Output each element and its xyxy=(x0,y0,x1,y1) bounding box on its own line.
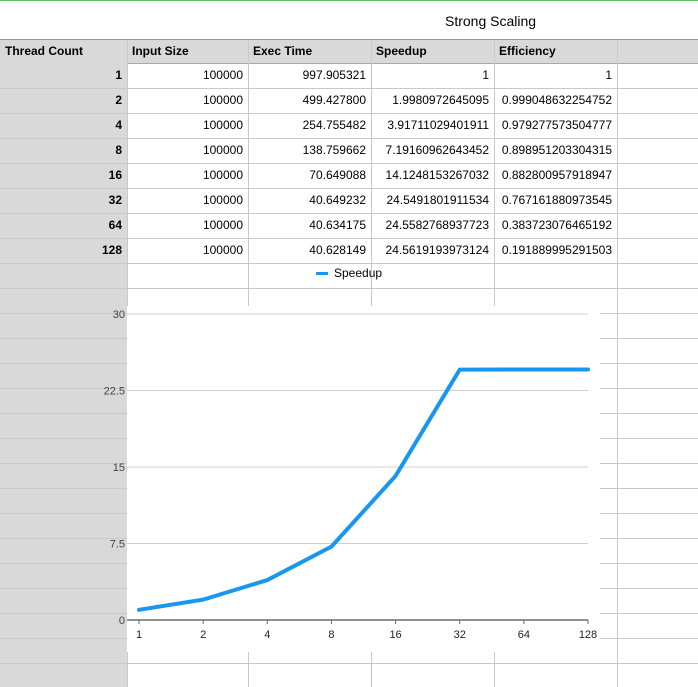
table-cell[interactable]: 0.999048632254752 xyxy=(494,88,617,113)
speedup-chart[interactable]: 0 7.5 15 22.5 30 1 2 4 8 16 32 64 128 xyxy=(0,262,698,662)
x-tick-label: 1 xyxy=(136,629,142,641)
table-cell[interactable]: 1.9980972645095 xyxy=(371,88,494,113)
table-cell[interactable]: 138.759662 xyxy=(248,138,371,163)
y-tick-label: 15 xyxy=(113,462,125,474)
row-header-cell[interactable]: 64 xyxy=(0,213,127,238)
table-cell[interactable]: 14.1248153267032 xyxy=(371,163,494,188)
column-header[interactable]: Speedup xyxy=(371,40,494,63)
x-tick-label: 16 xyxy=(389,629,401,641)
table-cell[interactable]: 24.5619193973124 xyxy=(371,238,494,263)
table-cell[interactable]: 0.383723076465192 xyxy=(494,213,617,238)
column-header[interactable]: Thread Count xyxy=(0,40,127,63)
column-header[interactable]: Input Size xyxy=(127,40,248,63)
table-cell[interactable]: 100000 xyxy=(127,138,248,163)
table-cell[interactable]: 3.91711029401911 xyxy=(371,113,494,138)
x-tick-label: 32 xyxy=(454,629,466,641)
grid-row-line xyxy=(0,663,698,664)
y-tick-label: 7.5 xyxy=(110,539,125,551)
table-cell[interactable]: 100000 xyxy=(127,213,248,238)
table-cell[interactable]: 0.979277573504777 xyxy=(494,113,617,138)
row-header-cell[interactable]: 1 xyxy=(0,63,127,88)
table-cell[interactable]: 100000 xyxy=(127,238,248,263)
table-cell[interactable]: 40.628149 xyxy=(248,238,371,263)
row-header-cell[interactable]: 16 xyxy=(0,163,127,188)
table-cell[interactable]: 100000 xyxy=(127,188,248,213)
row-header-cell[interactable]: 8 xyxy=(0,138,127,163)
table-cell[interactable]: 24.5582768937723 xyxy=(371,213,494,238)
sheet-title-text: Strong Scaling xyxy=(445,13,537,29)
row-header-cell[interactable]: 32 xyxy=(0,188,127,213)
table-cell[interactable]: 0.898951203304315 xyxy=(494,138,617,163)
x-tick-label: 8 xyxy=(328,629,334,641)
table-cell[interactable]: 100000 xyxy=(127,88,248,113)
x-tick-label: 4 xyxy=(264,629,270,641)
table-cell[interactable]: 997.905321 xyxy=(248,63,371,88)
table-cell[interactable]: 24.5491801911534 xyxy=(371,188,494,213)
row-header-cell[interactable]: 4 xyxy=(0,113,127,138)
y-tick-label: 22.5 xyxy=(104,386,125,398)
table-cell[interactable]: 0.191889995291503 xyxy=(494,238,617,263)
y-tick-label: 0 xyxy=(119,615,125,627)
x-tick-label: 128 xyxy=(579,629,597,641)
sheet-title: Strong Scaling xyxy=(0,8,698,34)
x-tick-label: 64 xyxy=(518,629,530,641)
table-cell[interactable]: 0.767161880973545 xyxy=(494,188,617,213)
y-tick-label: 30 xyxy=(113,309,125,321)
x-tick-label: 2 xyxy=(200,629,206,641)
table-cell[interactable]: 70.649088 xyxy=(248,163,371,188)
row-header-cell[interactable]: 2 xyxy=(0,88,127,113)
top-border xyxy=(0,0,698,1)
table-cell[interactable]: 40.649232 xyxy=(248,188,371,213)
table-cell[interactable]: 1 xyxy=(494,63,617,88)
table-cell[interactable]: 499.427800 xyxy=(248,88,371,113)
row-header-cell[interactable]: 128 xyxy=(0,238,127,263)
table-cell[interactable]: 1 xyxy=(371,63,494,88)
table-cell[interactable]: 7.19160962643452 xyxy=(371,138,494,163)
table-cell[interactable]: 0.882800957918947 xyxy=(494,163,617,188)
column-header[interactable]: Efficiency xyxy=(494,40,617,63)
table-cell[interactable]: 40.634175 xyxy=(248,213,371,238)
table-cell[interactable]: 254.755482 xyxy=(248,113,371,138)
column-header[interactable]: Exec Time xyxy=(248,40,371,63)
table-cell[interactable]: 100000 xyxy=(127,113,248,138)
table-cell[interactable]: 100000 xyxy=(127,163,248,188)
table-cell[interactable]: 100000 xyxy=(127,63,248,88)
